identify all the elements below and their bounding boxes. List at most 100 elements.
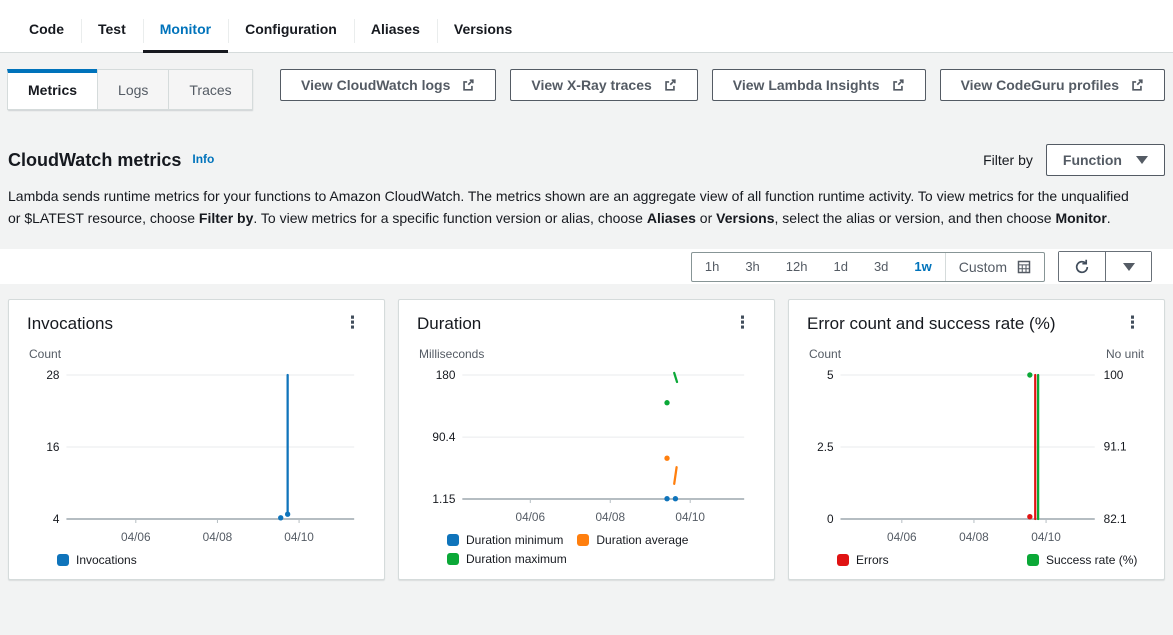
filter-by-label: Filter by <box>983 152 1033 168</box>
filter-by-group: Filter by Function <box>983 144 1165 176</box>
view-lambda-insights-button[interactable]: View Lambda Insights <box>712 69 926 101</box>
legend-color-swatch <box>1027 554 1039 566</box>
right-y-tick-label: 82.1 <box>1104 512 1127 526</box>
view-codeguru-profiles-button[interactable]: View CodeGuru profiles <box>940 69 1165 101</box>
success-rate-point <box>1027 372 1032 377</box>
time-range-group: 1h3h12h1d3d1w Custom <box>691 252 1045 282</box>
view-cloudwatch-logs-button[interactable]: View CloudWatch logs <box>280 69 496 101</box>
legend-color-swatch <box>57 554 69 566</box>
time-range-options: 1h3h12h1d3d1w <box>692 253 945 281</box>
chart-header: Duration ⋮ <box>417 314 756 334</box>
y-tick-label: 28 <box>46 368 60 382</box>
tab-versions[interactable]: Versions <box>437 10 529 52</box>
invocations-point <box>278 515 283 520</box>
x-tick-label: 04/06 <box>887 530 917 544</box>
view-x-ray-traces-button[interactable]: View X-Ray traces <box>510 69 697 101</box>
legend-item-duration-maximum[interactable]: Duration maximum <box>447 552 567 566</box>
axis-units-row: Milliseconds <box>417 347 756 361</box>
invocations-plot: 28 16 4 04/06 04/08 04/10 <box>27 363 366 549</box>
time-range-1h[interactable]: 1h <box>692 253 732 281</box>
x-tick-label: 04/08 <box>959 530 989 544</box>
refresh-icon <box>1074 259 1090 275</box>
filter-function-dropdown[interactable]: Function <box>1046 144 1165 176</box>
y-tick-label: 16 <box>46 440 60 454</box>
tab-aliases[interactable]: Aliases <box>354 10 437 52</box>
y-tick-label: 90.4 <box>432 430 455 444</box>
chart-menu-button[interactable]: ⋮ <box>339 314 366 333</box>
metrics-subtabs: MetricsLogsTraces <box>8 69 253 110</box>
external-links-toolbar: View CloudWatch logs View X-Ray traces Vie… <box>280 69 1165 101</box>
description-bold-term: Versions <box>716 210 774 226</box>
chart-legend: Errors Success rate (%) <box>837 553 1146 567</box>
subtab-traces[interactable]: Traces <box>168 69 252 110</box>
duration-maximum-point <box>664 400 669 405</box>
external-link-icon <box>1130 78 1144 92</box>
legend-item-errors[interactable]: Errors <box>837 553 1013 567</box>
refresh-button-group <box>1058 251 1152 282</box>
time-range-strip: 1h3h12h1d3d1w Custom <box>0 249 1173 284</box>
chart-legend: Invocations <box>57 553 366 567</box>
legend-label: Invocations <box>76 553 137 567</box>
chart-header: Invocations ⋮ <box>27 314 366 334</box>
left-axis-unit: Count <box>29 347 61 361</box>
external-link-icon <box>461 78 475 92</box>
legend-color-swatch <box>447 534 459 546</box>
x-tick-label: 04/10 <box>675 510 705 524</box>
tab-code[interactable]: Code <box>12 10 81 52</box>
chart-menu-button[interactable]: ⋮ <box>1119 314 1146 333</box>
x-tick-label: 04/08 <box>203 530 233 544</box>
time-range-1d[interactable]: 1d <box>820 253 860 281</box>
duration-maximum-line <box>674 373 677 382</box>
external-link-icon <box>663 78 677 92</box>
tab-monitor[interactable]: Monitor <box>143 10 228 52</box>
time-range-3d[interactable]: 3d <box>861 253 901 281</box>
left-axis-unit: Count <box>809 347 841 361</box>
right-y-tick-label: 100 <box>1104 368 1124 382</box>
custom-range-button[interactable]: Custom <box>945 253 1044 281</box>
legend-item-invocations[interactable]: Invocations <box>57 553 137 567</box>
time-range-12h[interactable]: 12h <box>773 253 821 281</box>
button-label: View X-Ray traces <box>531 77 651 93</box>
legend-item-duration-minimum[interactable]: Duration minimum <box>447 533 563 547</box>
x-tick-label: 04/06 <box>121 530 151 544</box>
refresh-options-dropdown[interactable] <box>1105 252 1151 281</box>
function-tabs: CodeTestMonitorConfigurationAliasesVersi… <box>0 0 1173 53</box>
tab-test[interactable]: Test <box>81 10 143 52</box>
chevron-down-icon <box>1136 156 1148 164</box>
subtab-logs[interactable]: Logs <box>97 69 169 110</box>
legend-label: Duration average <box>596 533 688 547</box>
chart-legend: Duration minimum Duration average Duration… <box>447 533 747 566</box>
y-tick-label: 5 <box>827 368 834 382</box>
axis-units-row: Count No unit <box>807 347 1146 361</box>
subtab-metrics[interactable]: Metrics <box>7 69 98 110</box>
x-tick-label: 04/08 <box>595 510 625 524</box>
external-link-icon <box>891 78 905 92</box>
refresh-button[interactable] <box>1059 252 1105 281</box>
duration-minimum-point <box>673 496 678 501</box>
time-range-1w[interactable]: 1w <box>901 253 944 281</box>
metrics-header-row: CloudWatch metricsInfo Filter by Functio… <box>0 110 1173 176</box>
y-tick-label: 4 <box>53 512 60 526</box>
info-link[interactable]: Info <box>192 152 214 166</box>
legend-color-swatch <box>447 553 459 565</box>
error-success-chart-card: Error count and success rate (%) ⋮ Count… <box>788 299 1165 580</box>
description-bold-term: Monitor <box>1055 210 1106 226</box>
tab-configuration[interactable]: Configuration <box>228 10 354 52</box>
legend-item-duration-average[interactable]: Duration average <box>577 533 688 547</box>
y-tick-label: 2.5 <box>817 440 834 454</box>
charts-grid: Invocations ⋮ Count 28 16 4 04/06 04/08 04/10… <box>8 299 1165 580</box>
description-bold-term: Filter by <box>199 210 253 226</box>
legend-item-success-rate[interactable]: Success rate (%) <box>1027 553 1146 567</box>
chart-menu-button[interactable]: ⋮ <box>729 314 756 333</box>
x-tick-label: 04/10 <box>284 530 314 544</box>
legend-label: Success rate (%) <box>1046 553 1137 567</box>
right-y-tick-label: 91.1 <box>1104 440 1127 454</box>
error-success-plot: 52.5010091.182.104/0604/0804/10 <box>807 363 1146 549</box>
button-label: View CloudWatch logs <box>301 77 450 93</box>
duration-plot: 18090.41.1504/0604/0804/10 <box>417 363 756 529</box>
x-tick-label: 04/10 <box>1031 530 1061 544</box>
metrics-title-block: CloudWatch metricsInfo <box>8 150 214 171</box>
left-axis-unit: Milliseconds <box>419 347 484 361</box>
time-range-3h[interactable]: 3h <box>732 253 772 281</box>
filter-function-value: Function <box>1063 152 1122 168</box>
